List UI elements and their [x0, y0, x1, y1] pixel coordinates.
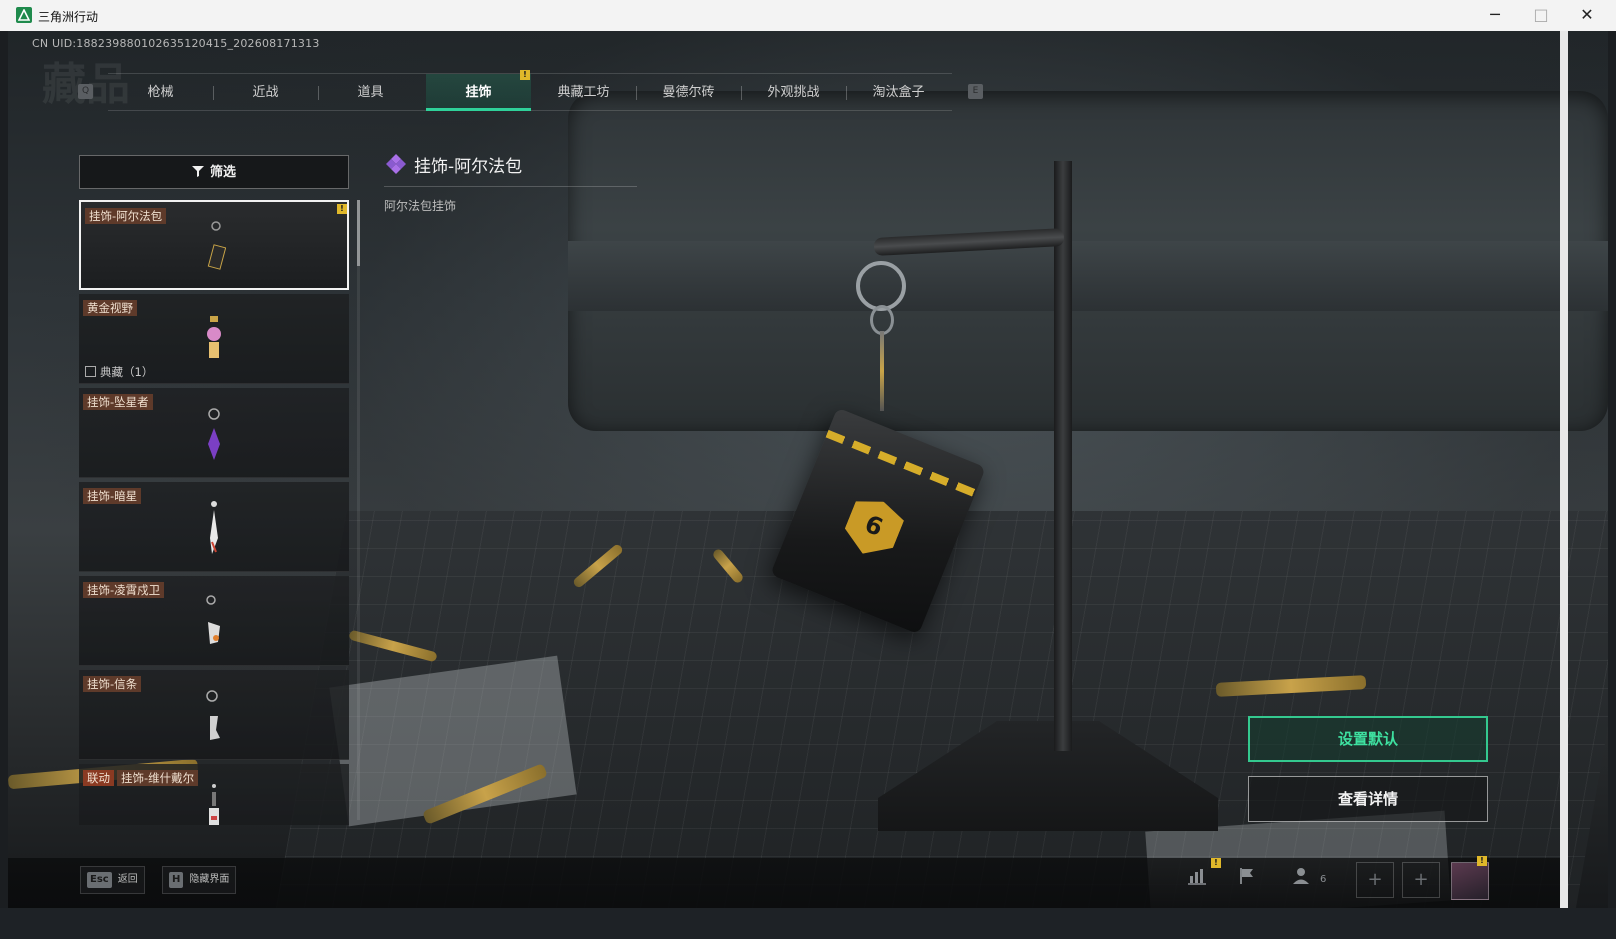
wisadel-charm-thumbnail — [209, 784, 219, 825]
list-item[interactable]: 挂饰-信条 — [79, 670, 349, 760]
collection-count: 典藏（1） — [85, 364, 153, 380]
charm-list: 挂饰-阿尔法包 ! 黄金视野 典藏（1） 挂饰-坠星者 挂饰-暗星 挂饰-凌霄戍… — [79, 200, 349, 825]
minimize-button[interactable]: ─ — [1472, 0, 1518, 31]
detail-divider — [384, 186, 637, 187]
filter-label: 筛选 — [209, 165, 236, 180]
list-scrollbar[interactable] — [357, 200, 360, 820]
detail-description: 阿尔法包挂饰 — [384, 199, 457, 213]
account-uid: CN UID:18823988010263512041​5_2026081713… — [32, 37, 320, 50]
creed-charm-thumbnail — [206, 690, 220, 740]
tab-melee[interactable]: 近战 — [213, 74, 318, 111]
tab-items[interactable]: 道具 — [318, 74, 423, 111]
app-logo-icon — [16, 7, 32, 23]
window-titlebar: 三角洲行动 ─ □ ✕ — [0, 0, 1616, 31]
back-label: 返回 — [117, 874, 138, 885]
category-tabs: 枪械 近战 道具 挂饰 典藏工坊 曼德尔砖 外观挑战 淘汰盒子 — [108, 73, 952, 111]
view-details-button[interactable]: 查看详情 — [1248, 776, 1488, 822]
bottom-bar — [8, 858, 1560, 908]
tab-mandel-brick[interactable]: 曼德尔砖 — [636, 74, 741, 111]
avatar-notice-badge: ! — [1477, 856, 1487, 866]
window-edge — [1560, 31, 1568, 939]
detail-title: 挂饰-阿尔法包 — [414, 157, 523, 177]
list-item[interactable]: 联动 挂饰-维什戴尔 — [79, 764, 349, 825]
avatar[interactable] — [1451, 862, 1489, 900]
tab-elimination-box[interactable]: 淘汰盒子 — [846, 74, 951, 111]
tab-guns[interactable]: 枪械 — [108, 74, 213, 111]
stats-notice-badge: ! — [1211, 858, 1221, 868]
item-name-tag: 黄金视野 — [83, 300, 137, 316]
collection-icon — [85, 366, 96, 377]
star-faller-charm-thumbnail — [208, 408, 220, 460]
item-name-tag: 挂饰-坠星者 — [83, 394, 153, 410]
party-icon[interactable] — [1288, 866, 1318, 894]
esc-key: Esc — [87, 872, 112, 888]
item-name-tag: 挂饰-阿尔法包 — [85, 208, 167, 224]
list-item[interactable]: 挂饰-凌霄戍卫 — [79, 576, 349, 666]
filter-button[interactable]: 筛选 — [79, 155, 349, 189]
list-item[interactable]: 挂饰-阿尔法包 ! — [79, 200, 349, 290]
golden-vision-charm-thumbnail — [207, 316, 221, 358]
back-hint[interactable]: Esc 返回 — [80, 866, 145, 894]
window-title: 三角洲行动 — [38, 10, 99, 24]
case-band — [568, 241, 1608, 311]
filter-icon — [191, 166, 204, 177]
collab-tag: 联动 — [83, 770, 114, 786]
charm-category-icon — [386, 154, 406, 174]
item-name-tag: 挂饰-暗星 — [83, 488, 142, 504]
tab-notice-badge: ! — [520, 70, 530, 80]
stats-icon[interactable] — [1182, 866, 1212, 894]
prev-tab-key[interactable]: Q — [78, 84, 93, 99]
list-scrollbar-thumb[interactable] — [357, 200, 360, 266]
new-item-badge: ! — [337, 204, 347, 214]
invite-slot-button[interactable]: + — [1402, 862, 1440, 898]
party-count: 6 — [1320, 874, 1327, 885]
tab-charms[interactable]: 挂饰 — [426, 74, 531, 111]
flag-icon[interactable] — [1232, 866, 1262, 894]
charm-chain — [880, 331, 884, 411]
tab-appearance-challenge[interactable]: 外观挑战 — [741, 74, 846, 111]
invite-slot-button[interactable]: + — [1356, 862, 1394, 898]
sky-guard-charm-thumbnail — [206, 595, 220, 644]
game-window: 三角洲行动 ─ □ ✕ 6 藏品 CN UID:1882398801026351… — [0, 0, 1616, 939]
hide-ui-label: 隐藏界面 — [189, 874, 230, 885]
next-tab-key[interactable]: E — [968, 84, 983, 99]
h-key: H — [169, 872, 184, 888]
list-item[interactable]: 挂饰-暗星 — [79, 482, 349, 572]
item-name-tag: 挂饰-信条 — [83, 676, 142, 692]
close-button[interactable]: ✕ — [1564, 0, 1610, 31]
list-item[interactable]: 挂饰-坠星者 — [79, 388, 349, 478]
list-item[interactable]: 黄金视野 典藏（1） — [79, 294, 349, 384]
item-name-tag: 挂饰-维什戴尔 — [117, 770, 199, 786]
bag-stripe — [825, 429, 977, 498]
taskbar-strip — [0, 908, 1616, 939]
item-name-tag: 挂饰-凌霄戍卫 — [83, 582, 165, 598]
hide-ui-hint[interactable]: H 隐藏界面 — [162, 866, 237, 894]
alpha-bag-charm-thumbnail — [207, 221, 226, 270]
charm-keyring — [856, 261, 906, 311]
display-stand-pole — [1054, 161, 1072, 751]
bag-badge: 6 — [839, 492, 908, 563]
bag-badge-number: 6 — [860, 509, 887, 542]
dark-star-charm-thumbnail — [210, 501, 218, 554]
maximize-button[interactable]: □ — [1518, 0, 1564, 31]
tab-collection-workshop[interactable]: 典藏工坊 — [531, 74, 636, 111]
set-default-button[interactable]: 设置默认 — [1248, 716, 1488, 762]
